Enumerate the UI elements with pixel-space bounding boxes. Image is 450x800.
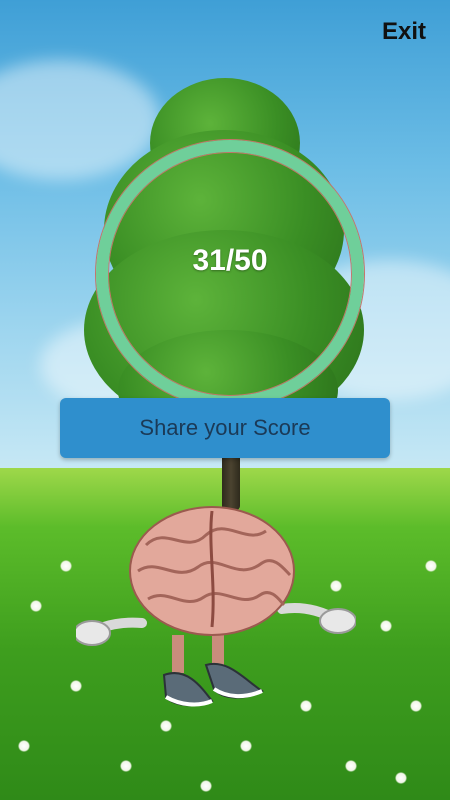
dandelion <box>395 772 407 784</box>
share-score-button[interactable]: Share your Score <box>60 398 390 458</box>
dandelion <box>60 560 72 572</box>
dandelion <box>200 780 212 792</box>
dandelion <box>345 760 357 772</box>
dandelion <box>380 620 392 632</box>
dandelion <box>410 700 422 712</box>
result-screen: Exit 31/50 Share your Score <box>0 0 450 800</box>
dandelion <box>30 600 42 612</box>
dandelion <box>425 560 437 572</box>
dandelion <box>240 740 252 752</box>
exit-button[interactable]: Exit <box>382 18 426 46</box>
dandelion <box>160 720 172 732</box>
dandelion <box>120 760 132 772</box>
brain-character-icon <box>76 506 356 707</box>
dandelion <box>18 740 30 752</box>
score-value: 31/50 <box>192 244 268 277</box>
